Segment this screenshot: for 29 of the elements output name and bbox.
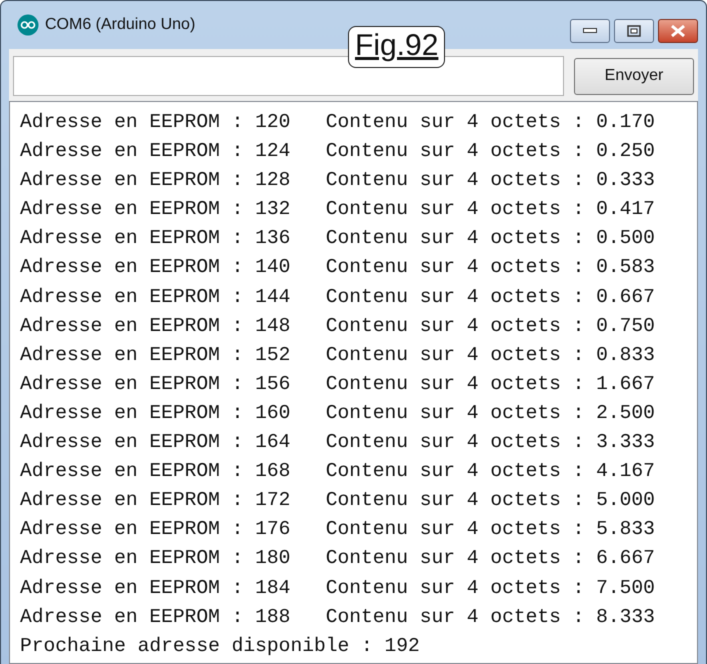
maximize-icon	[627, 25, 641, 37]
window-title: COM6 (Arduino Uno)	[45, 15, 196, 35]
output-line: Adresse en EEPROM : 144 Contenu sur 4 octets : 0.667	[20, 284, 655, 310]
output-line: Adresse en EEPROM : 132 Contenu sur 4 octets : 0.417	[20, 197, 655, 222]
output-line: Adresse en EEPROM : 156 Contenu sur 4 octets : 1.667	[20, 372, 655, 397]
output-line: Adresse en EEPROM : 188 Contenu sur 4 octets : 8.333	[20, 604, 655, 630]
output-line: Adresse en EEPROM : 184 Contenu sur 4 octets : 7.500	[20, 576, 655, 600]
output-line: Adresse en EEPROM : 172 Contenu sur 4 octets : 5.000	[20, 488, 655, 514]
close-icon	[670, 24, 686, 38]
output-line: Adresse en EEPROM : 160 Contenu sur 4 octets : 2.500	[20, 400, 655, 426]
output-line: Adresse en EEPROM : 164 Contenu sur 4 octets : 3.333	[20, 430, 655, 456]
output-line: Adresse en EEPROM : 152 Contenu sur 4 octets : 0.833	[20, 342, 655, 368]
output-line: Adresse en EEPROM : 136 Contenu sur 4 octets : 0.500	[20, 226, 655, 252]
output-line: Adresse en EEPROM : 180 Contenu sur 4 octets : 6.667	[20, 546, 655, 572]
close-button[interactable]	[658, 19, 698, 43]
output-line: Prochaine adresse disponible : 192	[20, 634, 420, 659]
minimize-icon	[583, 28, 597, 34]
output-line: Adresse en EEPROM : 124 Contenu sur 4 octets : 0.250	[20, 139, 655, 164]
app-logo-icon	[17, 14, 39, 36]
figure-label: Fig.92	[348, 26, 446, 68]
output-line: Adresse en EEPROM : 148 Contenu sur 4 octets : 0.750	[20, 314, 655, 339]
output-line: Adresse en EEPROM : 168 Contenu sur 4 octets : 4.167	[20, 459, 655, 484]
output-line: Adresse en EEPROM : 128 Contenu sur 4 octets : 0.333	[20, 168, 655, 194]
minimize-button[interactable]	[570, 19, 610, 43]
output-line: Adresse en EEPROM : 176 Contenu sur 4 octets : 5.833	[20, 517, 655, 542]
output-line: Adresse en EEPROM : 120 Contenu sur 4 octets : 0.170	[20, 110, 655, 135]
output-line: Adresse en EEPROM : 140 Contenu sur 4 octets : 0.583	[20, 255, 655, 280]
maximize-button[interactable]	[614, 19, 654, 43]
send-button[interactable]: Envoyer	[574, 58, 694, 94]
